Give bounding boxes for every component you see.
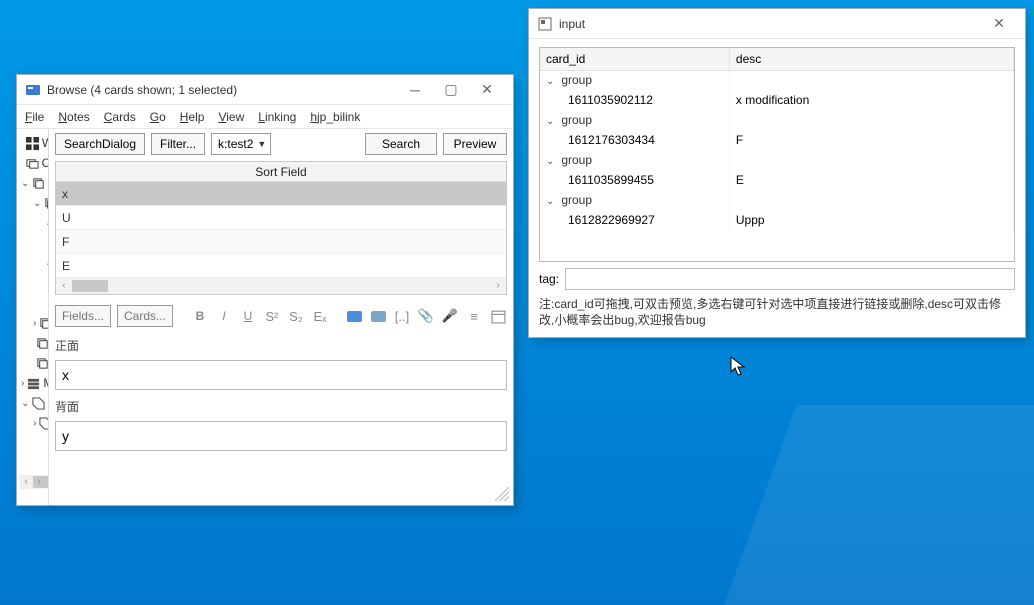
note-text: 注:card_id可拖拽,可双击预览,多选右键可针对选中项直接进行链接或删除,d… xyxy=(539,296,1015,328)
color-icon[interactable] xyxy=(345,307,363,325)
subscript-icon[interactable]: S₂ xyxy=(287,307,305,325)
menu-bar: File Notes Cards Go Help View Linking hj… xyxy=(17,105,513,129)
tag-input[interactable] xyxy=(565,268,1015,290)
input-title: input xyxy=(559,17,981,31)
bold-icon[interactable]: B xyxy=(191,307,209,325)
browse-title: Browse (4 cards shown; 1 selected) xyxy=(47,83,397,97)
input-window-buttons: ✕ xyxy=(981,12,1017,36)
toolbar: SearchDialog Filter... k:test2 ▼ Search P… xyxy=(55,133,507,155)
grid-group[interactable]: ⌄ group xyxy=(540,110,1014,130)
sidebar[interactable]: Whole Current ⌄Decks ⌄0空 ⌄ ⌄ ›test test2… xyxy=(17,129,49,505)
menu-view[interactable]: View xyxy=(218,110,244,124)
table-row[interactable]: x xyxy=(56,182,506,206)
underline-icon[interactable]: U xyxy=(239,307,257,325)
minimize-button[interactable]: ─ xyxy=(397,78,433,102)
input-app-icon xyxy=(537,16,553,32)
deck-dropdown[interactable]: k:test2 ▼ xyxy=(211,133,271,155)
browse-body: Whole Current ⌄Decks ⌄0空 ⌄ ⌄ ›test test2… xyxy=(17,129,513,505)
menu-go[interactable]: Go xyxy=(150,110,166,124)
close-button[interactable]: ✕ xyxy=(469,78,505,102)
table-row[interactable]: E xyxy=(56,254,506,278)
highlight-icon[interactable] xyxy=(369,307,387,325)
grid-row[interactable]: 1612822969927Uppp xyxy=(540,210,1014,230)
resize-grip[interactable] xyxy=(495,487,509,501)
grid-group[interactable]: ⌄ group xyxy=(540,70,1014,90)
cloze-icon[interactable]: [..] xyxy=(393,307,411,325)
front-input[interactable] xyxy=(55,360,507,390)
tree-decks[interactable]: ⌄Decks xyxy=(21,173,48,193)
tree-sub2[interactable] xyxy=(21,233,49,253)
search-button[interactable]: Search xyxy=(365,133,437,155)
menu-hjp[interactable]: hjp_bilink xyxy=(310,110,360,124)
table-header[interactable]: Sort Field xyxy=(56,162,506,182)
sidebar-hscroll[interactable]: ‹› xyxy=(19,475,46,489)
input-window: input ✕ card_id desc ⌄ group161103590211… xyxy=(528,8,1026,338)
tree-whole[interactable]: Whole xyxy=(21,133,48,153)
browse-window: Browse (4 cards shown; 1 selected) ─ ▢ ✕… xyxy=(16,74,514,506)
close-button[interactable]: ✕ xyxy=(981,12,1017,36)
front-label: 正面 xyxy=(55,337,507,354)
menu-notes[interactable]: Notes xyxy=(58,110,89,124)
tree-models[interactable]: ›Models xyxy=(21,373,48,393)
italic-icon[interactable]: I xyxy=(215,307,233,325)
superscript-icon[interactable]: S² xyxy=(263,307,281,325)
preview-button[interactable]: Preview xyxy=(443,133,507,155)
tree-test2[interactable]: test2 xyxy=(21,333,48,353)
window-buttons: ─ ▢ ✕ xyxy=(397,78,505,102)
tree-ttt[interactable]: ttt xyxy=(21,353,48,373)
chevron-down-icon: ▼ xyxy=(257,139,266,149)
input-grid[interactable]: card_id desc ⌄ group1611035902112x modif… xyxy=(539,47,1015,262)
grid-row[interactable]: 1612176303434F xyxy=(540,130,1014,150)
attach-icon[interactable]: 📎 xyxy=(417,307,435,325)
col-desc[interactable]: desc xyxy=(729,48,1013,70)
deck-dropdown-value: k:test2 xyxy=(218,137,253,151)
table-row[interactable]: F xyxy=(56,230,506,254)
cards-button[interactable]: Cards... xyxy=(117,305,173,327)
more-icon[interactable]: ≡ xyxy=(465,307,483,325)
grid-row[interactable]: 1611035902112x modification xyxy=(540,90,1014,110)
search-dialog-button[interactable]: SearchDialog xyxy=(55,133,145,155)
col-card-id[interactable]: card_id xyxy=(540,48,729,70)
browse-titlebar[interactable]: Browse (4 cards shown; 1 selected) ─ ▢ ✕ xyxy=(17,75,513,105)
editor-toolbar: Fields... Cards... B I U S² S₂ Eₓ [..] 📎… xyxy=(55,303,507,329)
input-content: card_id desc ⌄ group1611035902112x modif… xyxy=(529,39,1025,337)
tag-row: tag: xyxy=(539,268,1015,290)
tree-deck0[interactable]: ⌄0空 xyxy=(21,193,48,213)
tree-test[interactable]: ›test xyxy=(21,313,48,333)
record-icon[interactable]: 🎤 xyxy=(441,307,459,325)
menu-help[interactable]: Help xyxy=(180,110,205,124)
fields-button[interactable]: Fields... xyxy=(55,305,111,327)
card-table: Sort Field x U F E ‹› xyxy=(55,161,507,295)
input-titlebar[interactable]: input ✕ xyxy=(529,9,1025,39)
grid-group[interactable]: ⌄ group xyxy=(540,190,1014,210)
main-panel: SearchDialog Filter... k:test2 ▼ Search P… xyxy=(49,129,513,505)
filter-button[interactable]: Filter... xyxy=(151,133,205,155)
tree-tag-hjp[interactable]: ›hjp xyxy=(21,413,48,433)
tree-sub1[interactable]: ⌄ xyxy=(21,213,48,233)
tree-sub4[interactable] xyxy=(21,273,49,293)
tree-sub3[interactable]: ⌄ xyxy=(21,253,48,273)
table-hscroll[interactable]: ‹› xyxy=(56,278,506,294)
maximize-button[interactable]: ▢ xyxy=(433,78,469,102)
back-label: 背面 xyxy=(55,398,507,415)
back-input[interactable] xyxy=(55,421,507,451)
tree-tags[interactable]: ⌄Tags xyxy=(21,393,48,413)
tag-label: tag: xyxy=(539,272,559,286)
mouse-cursor xyxy=(730,356,748,378)
menu-cards[interactable]: Cards xyxy=(104,110,136,124)
app-icon xyxy=(25,82,41,98)
tree-sub5[interactable] xyxy=(21,293,49,313)
menu-linking[interactable]: Linking xyxy=(258,110,296,124)
tree-current[interactable]: Current xyxy=(21,153,48,173)
table-row[interactable]: U xyxy=(56,206,506,230)
grid-group[interactable]: ⌄ group xyxy=(540,150,1014,170)
grid-row[interactable]: 1611035899455E xyxy=(540,170,1014,190)
calendar-icon[interactable] xyxy=(489,307,507,325)
clear-format-icon[interactable]: Eₓ xyxy=(311,307,329,325)
menu-file[interactable]: File xyxy=(25,110,44,124)
